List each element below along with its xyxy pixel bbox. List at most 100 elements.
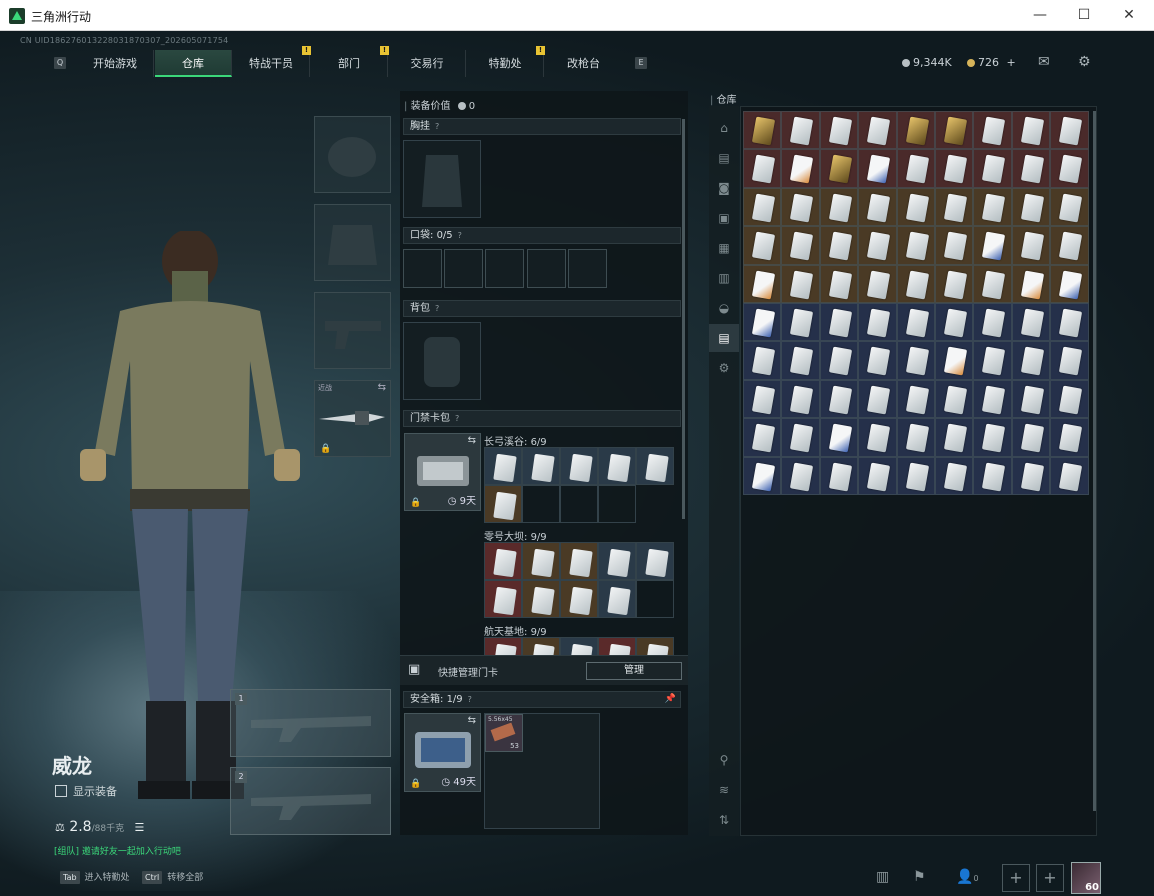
stash-keycard-item[interactable] — [1011, 456, 1051, 495]
stash-keycard-item[interactable] — [819, 341, 859, 380]
stash-keycard-item[interactable] — [819, 456, 859, 495]
friends-icon[interactable]: 👤0 — [956, 869, 979, 885]
help-icon[interactable]: ? — [455, 414, 459, 423]
tab-operators[interactable]: 特战干员 ! — [233, 46, 311, 77]
stash-keycard-item[interactable] — [1011, 111, 1051, 150]
team-invite-text[interactable]: [组队] 邀请好友一起加入行动吧 — [54, 844, 181, 857]
tab-special-ops[interactable]: 特勤处 ! — [467, 46, 545, 77]
player-avatar[interactable]: 60 — [1071, 862, 1101, 894]
stash-keycard-item[interactable] — [781, 187, 820, 227]
stash-keycard-item[interactable] — [973, 226, 1012, 265]
rig-icon[interactable]: ▦ — [709, 234, 739, 262]
stash-keycard-item[interactable] — [896, 111, 935, 150]
case-icon[interactable]: ▣ — [709, 204, 739, 232]
helmet-icon[interactable]: ◒ — [709, 294, 739, 322]
stash-keycard-item[interactable] — [896, 226, 935, 265]
stash-keycard-item[interactable] — [934, 149, 974, 188]
layers-icon[interactable]: ≋ — [709, 776, 739, 804]
stash-keycard-item[interactable] — [743, 226, 782, 265]
keycard-item[interactable] — [522, 637, 560, 655]
stash-keycard-item[interactable] — [1011, 379, 1051, 419]
stash-keycard-item[interactable] — [781, 302, 820, 342]
stash-keycard-item[interactable] — [743, 302, 782, 342]
stash-keycard-item[interactable] — [973, 341, 1012, 380]
stash-keycard-item[interactable] — [819, 226, 859, 265]
stash-keycard-item[interactable] — [743, 149, 782, 188]
flag-icon[interactable]: ⚑ — [913, 869, 926, 885]
pocket-slot[interactable] — [403, 249, 442, 288]
stash-keycard-item[interactable] — [743, 379, 782, 419]
safebox-item[interactable]: ⇆ 🔒 ◷ 49天 — [404, 713, 481, 792]
show-equipment-checkbox[interactable] — [55, 785, 67, 797]
stash-keycard-item[interactable] — [934, 341, 974, 380]
gold-currency[interactable]: 726 + — [967, 56, 1016, 69]
stash-keycard-item[interactable] — [934, 264, 974, 303]
nav-next-key[interactable]: E — [635, 57, 647, 69]
stash-keycard-item[interactable] — [819, 302, 859, 342]
stash-keycard-item[interactable] — [896, 379, 935, 419]
stash-keycard-item[interactable] — [781, 264, 820, 303]
stash-keycard-item[interactable] — [934, 379, 974, 419]
hotkey-special-ops[interactable]: Tab 进入特勤处 — [60, 870, 130, 884]
stash-keycard-item[interactable] — [934, 226, 974, 265]
hotkey-transfer-all[interactable]: Ctrl 转移全部 — [142, 870, 203, 884]
stash-keycard-item[interactable] — [1011, 226, 1051, 265]
stash-keycard-item[interactable] — [743, 111, 782, 150]
show-equipment-toggle[interactable]: 显示装备 — [55, 783, 117, 799]
invite-slot-2-button[interactable]: + — [1036, 864, 1064, 892]
backpack-slot[interactable] — [403, 322, 481, 400]
stash-keycard-item[interactable] — [743, 341, 782, 380]
stash-keycard-item[interactable] — [1050, 379, 1089, 419]
help-icon[interactable]: ? — [458, 231, 462, 240]
pocket-slot[interactable] — [527, 249, 566, 288]
keycard-item[interactable] — [560, 580, 598, 618]
close-button[interactable]: ✕ — [1106, 4, 1152, 26]
stash-keycard-item[interactable] — [858, 379, 897, 419]
melee-slot[interactable]: 近战 ⇆ 🔒 — [314, 380, 391, 457]
keycard-item[interactable] — [636, 637, 674, 655]
stash-keycard-item[interactable] — [858, 264, 897, 303]
stash-keycard-item[interactable] — [973, 264, 1012, 303]
keycard-item[interactable] — [560, 542, 598, 580]
stash-keycard-item[interactable] — [973, 111, 1012, 150]
stash-keycard-item[interactable] — [896, 302, 935, 342]
stash-keycard-item[interactable] — [1011, 149, 1051, 188]
stash-keycard-item[interactable] — [934, 111, 974, 150]
stash-keycard-item[interactable] — [896, 418, 935, 457]
add-gold-icon[interactable]: + — [1007, 56, 1016, 69]
stash-keycard-item[interactable] — [781, 341, 820, 380]
stash-keycard-item[interactable] — [819, 111, 859, 150]
primary-weapon-slot[interactable]: 1 — [230, 689, 391, 757]
stash-keycard-item[interactable] — [973, 187, 1012, 227]
stash-keycard-item[interactable] — [973, 456, 1012, 495]
armor-slot[interactable] — [314, 204, 391, 281]
stash-keycard-item[interactable] — [858, 111, 897, 150]
stash-keycard-item[interactable] — [858, 418, 897, 457]
keycard-item[interactable] — [598, 447, 636, 485]
stash-keycard-item[interactable] — [781, 226, 820, 265]
mail-icon[interactable]: ✉ — [1038, 54, 1050, 70]
stash-keycard-item[interactable] — [973, 149, 1012, 188]
pocket-slot[interactable] — [568, 249, 607, 288]
empty-card-slot[interactable] — [636, 580, 674, 618]
helmet-slot[interactable] — [314, 116, 391, 193]
stash-keycard-item[interactable] — [1050, 264, 1089, 303]
stash-keycard-item[interactable] — [781, 418, 820, 457]
keycard-item[interactable] — [522, 542, 560, 580]
stash-keycard-item[interactable] — [896, 149, 935, 188]
empty-card-slot[interactable] — [598, 485, 636, 523]
pocket-slot[interactable] — [444, 249, 483, 288]
stash-keycard-item[interactable] — [1011, 418, 1051, 457]
stash-keycard-item[interactable] — [781, 379, 820, 419]
invite-slot-1-button[interactable]: + — [1002, 864, 1030, 892]
warehouse-icon[interactable]: ⌂ — [709, 114, 739, 142]
keycard-item[interactable] — [636, 447, 674, 485]
stash-keycard-item[interactable] — [1050, 111, 1089, 150]
stash-keycard-item[interactable] — [934, 418, 974, 457]
gear-icon[interactable]: ⚙ — [709, 354, 739, 382]
stash-keycard-item[interactable] — [1050, 418, 1089, 457]
chest-rig-slot[interactable] — [403, 140, 481, 218]
stash-keycard-item[interactable] — [819, 418, 859, 457]
stash-keycard-item[interactable] — [1050, 149, 1089, 188]
stash-keycard-item[interactable] — [858, 149, 897, 188]
